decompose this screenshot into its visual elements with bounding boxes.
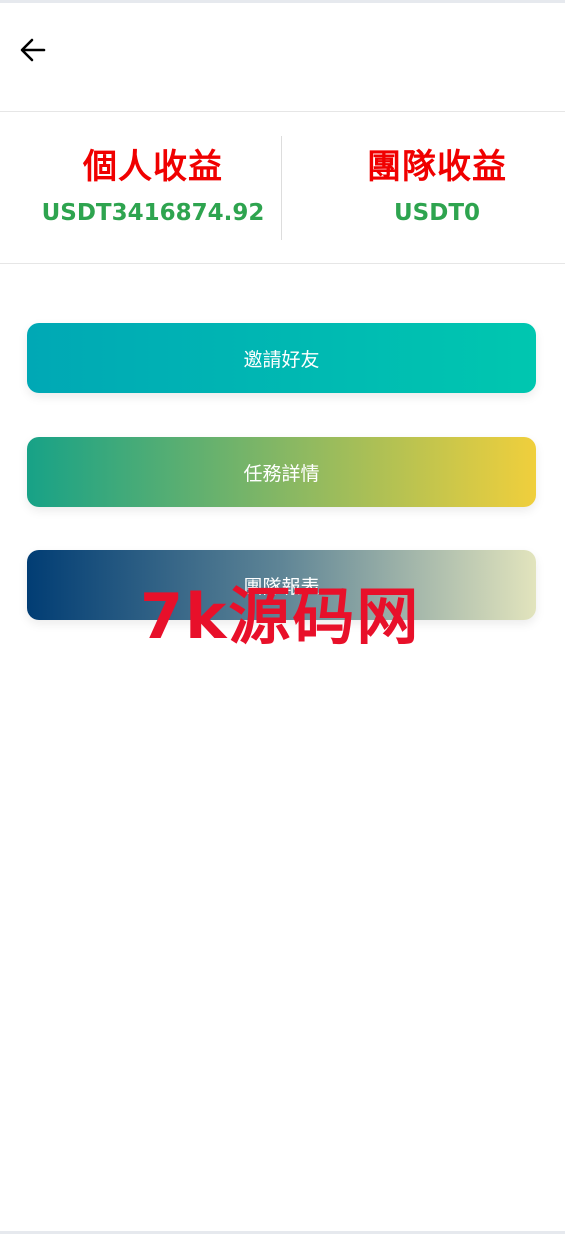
team-report-button[interactable]: 團隊報表 xyxy=(27,550,536,620)
personal-earnings: 個人收益 USDT3416874.92 xyxy=(12,112,294,264)
task-details-label: 任務詳情 xyxy=(243,462,320,485)
back-button[interactable] xyxy=(14,31,52,69)
invite-friends-label: 邀請好友 xyxy=(243,348,320,371)
stats-divider xyxy=(281,136,282,240)
arrow-left-icon xyxy=(20,38,46,62)
task-details-button[interactable]: 任務詳情 xyxy=(27,437,536,507)
team-earnings: 團隊收益 USDT0 xyxy=(296,112,565,264)
personal-earnings-title: 個人收益 xyxy=(83,147,223,187)
earnings-summary: 個人收益 USDT3416874.92 團隊收益 USDT0 xyxy=(0,112,565,264)
page: 個人收益 USDT3416874.92 團隊收益 USDT0 邀請好友 任務詳情… xyxy=(0,0,565,1234)
team-earnings-value: USDT0 xyxy=(393,200,481,226)
team-earnings-title: 團隊收益 xyxy=(367,147,507,187)
team-report-label: 團隊報表 xyxy=(243,575,320,598)
header-bar xyxy=(0,3,565,112)
invite-friends-button[interactable]: 邀請好友 xyxy=(27,323,536,393)
personal-earnings-value: USDT3416874.92 xyxy=(41,200,265,226)
